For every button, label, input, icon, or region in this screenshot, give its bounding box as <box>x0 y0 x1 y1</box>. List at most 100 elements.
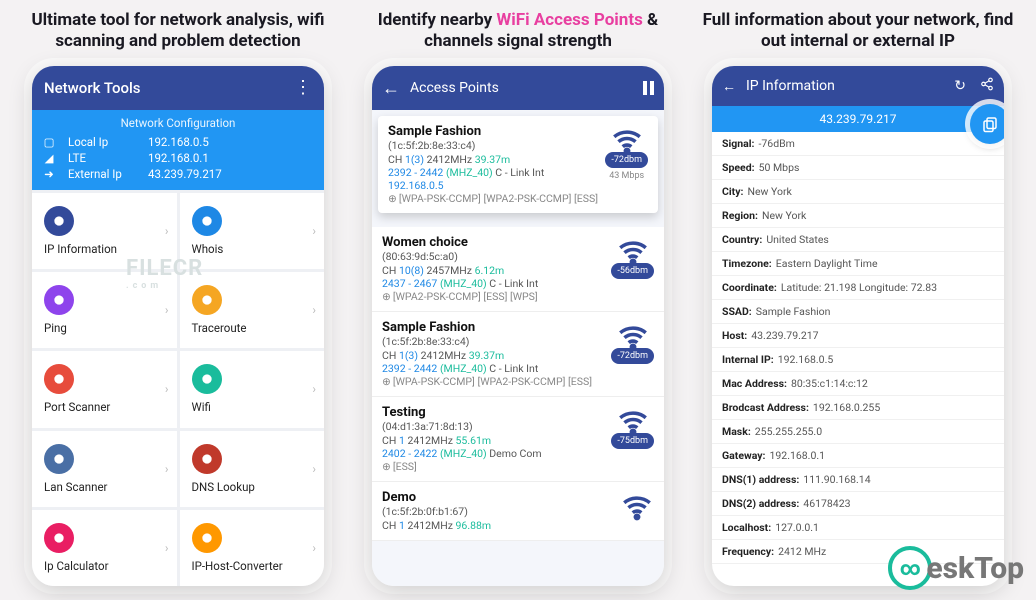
wifi-icon <box>620 490 654 514</box>
tool-whois[interactable]: Whois › <box>180 193 325 269</box>
ipinfo-key: Country: <box>722 233 762 246</box>
ipinfo-key: DNS(1) address: <box>722 473 799 486</box>
ipinfo-val: 255.255.255.0 <box>755 425 822 438</box>
tool-traceroute[interactable]: Traceroute › <box>180 272 325 348</box>
tool-label: Wifi <box>192 400 313 414</box>
ipinfo-val: 46178423 <box>803 497 850 510</box>
ap-security: ⊕[WPA-PSK-CCMP] [WPA2-PSK-CCMP] [ESS] <box>388 192 648 205</box>
netconf-row: ◢ LTE 192.168.0.1 <box>32 150 324 166</box>
exit-icon: ➜ <box>42 167 56 181</box>
tool-label: Whois <box>192 242 313 256</box>
tool-dns-lookup[interactable]: DNS Lookup › <box>180 431 325 507</box>
appbar-ipinfo: ← IP Information ↻ <box>712 66 1004 106</box>
ap-dbm: -72dbm <box>611 348 654 364</box>
ipinfo-key: Speed: <box>722 161 755 174</box>
tool-ping[interactable]: Ping › <box>32 272 177 348</box>
chevron-right-icon: › <box>312 303 316 317</box>
netconf-key: LTE <box>68 151 136 165</box>
ipinfo-val: 2412 MHz <box>778 545 826 558</box>
ipinfo-val: 111.90.168.14 <box>803 473 870 486</box>
ipinfo-row: Gateway: 192.168.0.1 <box>712 444 1004 468</box>
ipinfo-val: Sample Fashion <box>756 305 831 318</box>
ipinfo-key: Mask: <box>722 425 751 438</box>
netconf-val: 43.239.79.217 <box>148 167 222 181</box>
ipinfo-row: Timezone: Eastern Daylight Time <box>712 252 1004 276</box>
ap-card[interactable]: Demo (1c:5f:2b:0f:b1:67) CH 1 2412MHz 96… <box>372 482 664 541</box>
ap-mac: (1c:5f:2b:0f:b1:67) <box>382 505 654 518</box>
chevron-right-icon: › <box>312 462 316 476</box>
dns-icon <box>192 444 222 474</box>
back-icon[interactable]: ← <box>722 78 736 95</box>
ap-card[interactable]: Sample Fashion (1c:5f:2b:8e:33:c4) CH 1(… <box>372 312 664 397</box>
netconf-val: 192.168.0.5 <box>148 135 209 149</box>
conv-icon <box>192 523 222 553</box>
phone-tools: Network Tools ⋮ Network Configuration ▢ … <box>32 66 324 586</box>
ipinfo-key: Frequency: <box>722 545 774 558</box>
tool-wifi[interactable]: Wifi › <box>180 351 325 427</box>
chevron-right-icon: › <box>165 224 169 238</box>
tool-port-scanner[interactable]: Port Scanner › <box>32 351 177 427</box>
chevron-right-icon: › <box>165 382 169 396</box>
network-config: Network Configuration ▢ Local Ip 192.168… <box>32 110 324 190</box>
ipinfo-val: New York <box>762 209 806 222</box>
ap-security: ⊕[WPA2-PSK-CCMP] [ESS] [WPS] <box>382 290 654 303</box>
chevron-right-icon: › <box>312 541 316 555</box>
lan-icon <box>44 444 74 474</box>
netconf-row: ▢ Local Ip 192.168.0.5 <box>32 134 324 150</box>
ipinfo-val: 50 Mbps <box>759 161 800 174</box>
tool-lan-scanner[interactable]: Lan Scanner › <box>32 431 177 507</box>
refresh-icon[interactable]: ↻ <box>954 78 966 94</box>
appbar-title: Access Points <box>410 80 499 96</box>
ap-name: Demo <box>382 490 654 505</box>
ipinfo-row: Coordinate: Latitude: 21.198 Longitude: … <box>712 276 1004 300</box>
back-icon[interactable]: ← <box>382 78 400 99</box>
tool-label: Traceroute <box>192 321 313 335</box>
ipinfo-val: United States <box>766 233 829 246</box>
ipinfo-key: SSAD: <box>722 305 752 318</box>
ipinfo-row: City: New York <box>712 180 1004 204</box>
desktop-logo: ∞ eskTop <box>888 546 1024 590</box>
ipinfo-key: Host: <box>722 329 747 342</box>
pause-icon[interactable] <box>643 81 654 95</box>
ipinfo-key: City: <box>722 185 743 198</box>
tool-ip-calculator[interactable]: Ip Calculator › <box>32 510 177 586</box>
ap-list[interactable]: Sample Fashion (1c:5f:2b:8e:33:c4) CH 1(… <box>372 110 664 586</box>
globe-icon: ⊕ <box>382 290 391 303</box>
ap-card[interactable]: Women choice (80:63:9d:5c:a0) CH 10(8) 2… <box>372 227 664 312</box>
ap-mbps: 43 Mbps <box>605 171 648 181</box>
wifi-icon <box>610 124 644 148</box>
tool-ip-host-converter[interactable]: IP-Host-Converter › <box>180 510 325 586</box>
ap-security: ⊕[WPA-PSK-CCMP] [WPA2-PSK-CCMP] [ESS] <box>382 375 654 388</box>
appbar-ap: ← Access Points <box>372 66 664 110</box>
ipinfo-key: Signal: <box>722 137 754 150</box>
ipinfo-key: Localhost: <box>722 521 771 534</box>
col-2: Identify nearby WiFi Access Points & cha… <box>353 10 683 590</box>
phone-icon: ▢ <box>42 135 56 149</box>
ipinfo-key: Mac Address: <box>722 377 787 390</box>
ipinfo-key: Coordinate: <box>722 281 777 294</box>
col-3: Full information about your network, fin… <box>693 10 1023 590</box>
ap-dbm: -72dbm <box>605 152 648 168</box>
globe-icon: ⊕ <box>388 192 397 205</box>
ipinfo-key: Timezone: <box>722 257 772 270</box>
chevron-right-icon: › <box>165 462 169 476</box>
tool-ip-information[interactable]: IP Information › <box>32 193 177 269</box>
menu-icon[interactable]: ⋮ <box>294 79 312 97</box>
ipinfo-row: Signal: -76dBm <box>712 132 1004 156</box>
clipboard-icon[interactable] <box>970 104 1004 144</box>
ipinfo-row: Region: New York <box>712 204 1004 228</box>
ipinfo-row: Brodcast Address: 192.168.0.255 <box>712 396 1004 420</box>
tool-label: Ip Calculator <box>44 559 165 573</box>
ipinfo-key: Gateway: <box>722 449 766 462</box>
ipinfo-val: 192.168.0.1 <box>770 449 826 462</box>
tool-label: Lan Scanner <box>44 480 165 494</box>
share-icon[interactable] <box>980 77 994 95</box>
ipinfo-list[interactable]: Signal: -76dBm Speed: 50 Mbps City: New … <box>712 132 1004 586</box>
ap-card[interactable]: Testing (04:d1:3a:71:8d:13) CH 1 2412MHz… <box>372 397 664 482</box>
ipinfo-row: Host: 43.239.79.217 <box>712 324 1004 348</box>
globe-icon: ⊕ <box>382 375 391 388</box>
ipinfo-row: Mask: 255.255.255.0 <box>712 420 1004 444</box>
ipinfo-row: Internal IP: 192.168.0.5 <box>712 348 1004 372</box>
ap-card[interactable]: Sample Fashion (1c:5f:2b:8e:33:c4) CH 1(… <box>378 116 658 213</box>
ping-icon <box>44 285 74 315</box>
